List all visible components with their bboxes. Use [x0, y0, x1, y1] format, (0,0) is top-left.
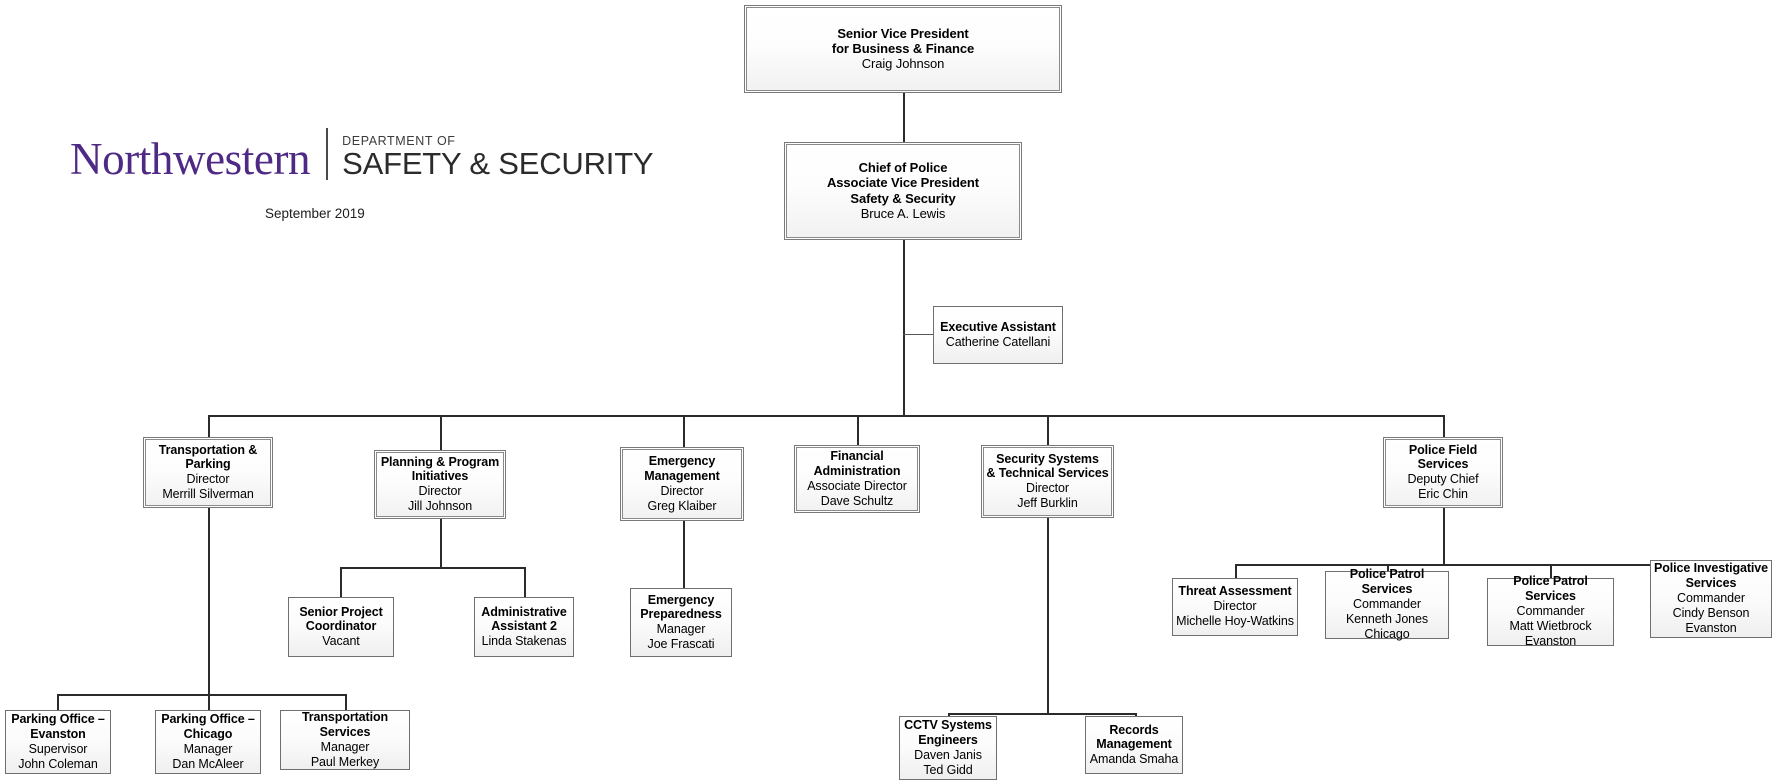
node-title: Senior Vice President for Business & Fin… [831, 25, 975, 57]
logo-unit-label: SAFETY & SECURITY [342, 146, 654, 182]
northwestern-logo: Northwestern DEPARTMENT OF SAFETY & SECU… [70, 128, 654, 184]
connector-level3-bus [208, 415, 1443, 417]
node-financial-administration[interactable]: Financial Administration Associate Direc… [794, 445, 920, 513]
connector-bus-to-police-field [1443, 415, 1445, 437]
node-detail: Bruce A. Lewis [860, 206, 946, 222]
node-title: Executive Assistant [940, 320, 1056, 334]
node-senior-vice-president[interactable]: Senior Vice President for Business & Fin… [744, 5, 1062, 93]
node-security-systems-technical-services[interactable]: Security Systems & Technical Services Di… [981, 445, 1114, 518]
node-detail: Commander Kenneth Jones Chicago [1345, 596, 1429, 642]
node-title: Police Field Services [1408, 442, 1478, 472]
connector-bus-to-admin-assistant [524, 567, 526, 597]
node-detail: Associate Director Dave Schultz [807, 478, 907, 508]
node-parking-office-evanston[interactable]: Parking Office – Evanston Supervisor Joh… [5, 710, 111, 774]
node-emergency-management[interactable]: Emergency Management Director Greg Klaib… [620, 447, 744, 521]
node-title: Parking Office – Chicago [161, 712, 255, 741]
node-title: Emergency Preparedness [640, 592, 722, 622]
connector-bus-to-financial [857, 415, 859, 445]
node-title: CCTV Systems Engineers [904, 718, 992, 747]
node-detail: Director Michelle Hoy-Watkins [1176, 599, 1294, 629]
node-detail: Vacant [322, 634, 360, 649]
node-detail: Linda Stakenas [481, 634, 567, 649]
connector-chief-spine [903, 240, 905, 415]
node-parking-office-chicago[interactable]: Parking Office – Chicago Manager Dan McA… [155, 710, 261, 774]
connector-bus-to-emergency [683, 415, 685, 447]
node-title: Emergency Management [644, 454, 720, 483]
node-title: Police Investigative Services [1653, 561, 1769, 591]
node-title: Senior Project Coordinator [299, 604, 383, 634]
connector-bus-to-parking-chicago [208, 694, 210, 710]
node-emergency-preparedness[interactable]: Emergency Preparedness Manager Joe Frasc… [630, 588, 732, 657]
node-title: Transportation & Parking [158, 442, 258, 472]
node-detail: Deputy Chief Eric Chin [1407, 472, 1479, 502]
node-title: Threat Assessment [1178, 584, 1292, 599]
connector-svp-to-chief [903, 92, 905, 144]
node-police-investigative-services[interactable]: Police Investigative Services Commander … [1650, 560, 1772, 638]
node-detail: Director Jill Johnson [407, 484, 473, 514]
node-detail: Director Jeff Burklin [1017, 481, 1078, 511]
connector-transportation-spine [208, 508, 210, 694]
connector-security-bus [948, 713, 1135, 715]
node-transportation-services[interactable]: Transportation Services Manager Paul Mer… [280, 710, 410, 770]
connector-police-bus [1235, 564, 1710, 566]
node-detail: Manager Joe Frascati [647, 622, 715, 652]
node-cctv-systems-engineers[interactable]: CCTV Systems Engineers Daven Janis Ted G… [899, 716, 997, 780]
connector-security-spine [1047, 518, 1049, 713]
node-detail: Amanda Smaha [1089, 752, 1179, 767]
node-title: Records Management [1096, 722, 1172, 752]
node-detail: Supervisor John Coleman [18, 741, 98, 771]
chart-date: September 2019 [265, 206, 365, 221]
logo-divider [326, 128, 329, 180]
node-title: Chief of Police Associate Vice President… [827, 160, 979, 206]
node-records-management[interactable]: Records Management Amanda Smaha [1085, 716, 1183, 774]
connector-bus-to-senior-project [340, 567, 342, 597]
node-title: Parking Office – Evanston [11, 712, 105, 741]
node-police-patrol-services-evanston[interactable]: Police Patrol Services Commander Matt Wi… [1487, 574, 1614, 648]
node-title: Transportation Services [301, 710, 389, 739]
connector-bus-to-security [1047, 415, 1049, 445]
node-detail: Daven Janis Ted Gidd [914, 747, 982, 777]
connector-parking-bus [57, 694, 345, 696]
connector-emergency-to-preparedness [683, 521, 685, 588]
node-police-field-services[interactable]: Police Field Services Deputy Chief Eric … [1383, 437, 1503, 508]
node-detail: Commander Cindy Benson Evanston [1672, 590, 1750, 636]
node-transportation-parking[interactable]: Transportation & Parking Director Merril… [143, 437, 273, 508]
connector-planning-bus [340, 567, 524, 569]
node-title: Police Patrol Services [1513, 574, 1588, 604]
node-police-patrol-services-chicago[interactable]: Police Patrol Services Commander Kenneth… [1325, 567, 1449, 641]
org-chart-canvas: Northwestern DEPARTMENT OF SAFETY & SECU… [0, 0, 1778, 780]
node-detail: Director Merrill Silverman [162, 472, 254, 502]
node-administrative-assistant-2[interactable]: Administrative Assistant 2 Linda Stakena… [474, 597, 574, 657]
connector-bus-to-transportation-services [345, 694, 347, 710]
node-detail: Director Greg Klaiber [647, 483, 717, 513]
node-threat-assessment[interactable]: Threat Assessment Director Michelle Hoy-… [1172, 578, 1298, 636]
node-title: Administrative Assistant 2 [481, 604, 567, 634]
node-detail: Manager Dan McAleer [172, 741, 244, 771]
connector-police-field-spine [1443, 508, 1445, 564]
node-detail: Craig Johnson [861, 56, 945, 72]
node-planning-program-initiatives[interactable]: Planning & Program Initiatives Director … [374, 450, 506, 519]
node-title: Planning & Program Initiatives [380, 454, 500, 484]
connector-chief-to-exec-assistant [903, 334, 933, 335]
node-chief-of-police[interactable]: Chief of Police Associate Vice President… [784, 142, 1022, 240]
node-executive-assistant[interactable]: Executive Assistant Catherine Catellani [933, 306, 1063, 364]
node-title: Financial Administration [813, 449, 901, 478]
connector-bus-to-planning [440, 415, 442, 450]
node-detail: Commander Matt Wietbrock Evanston [1509, 603, 1592, 649]
node-detail: Manager Paul Merkey [310, 739, 380, 769]
node-senior-project-coordinator[interactable]: Senior Project Coordinator Vacant [288, 597, 394, 657]
node-title: Security Systems & Technical Services [986, 451, 1109, 481]
connector-planning-spine [440, 519, 442, 567]
node-detail: Catherine Catellani [945, 334, 1051, 349]
northwestern-wordmark: Northwestern [70, 134, 311, 184]
node-title: Police Patrol Services [1349, 567, 1425, 597]
connector-bus-to-parking-evanston [57, 694, 59, 710]
